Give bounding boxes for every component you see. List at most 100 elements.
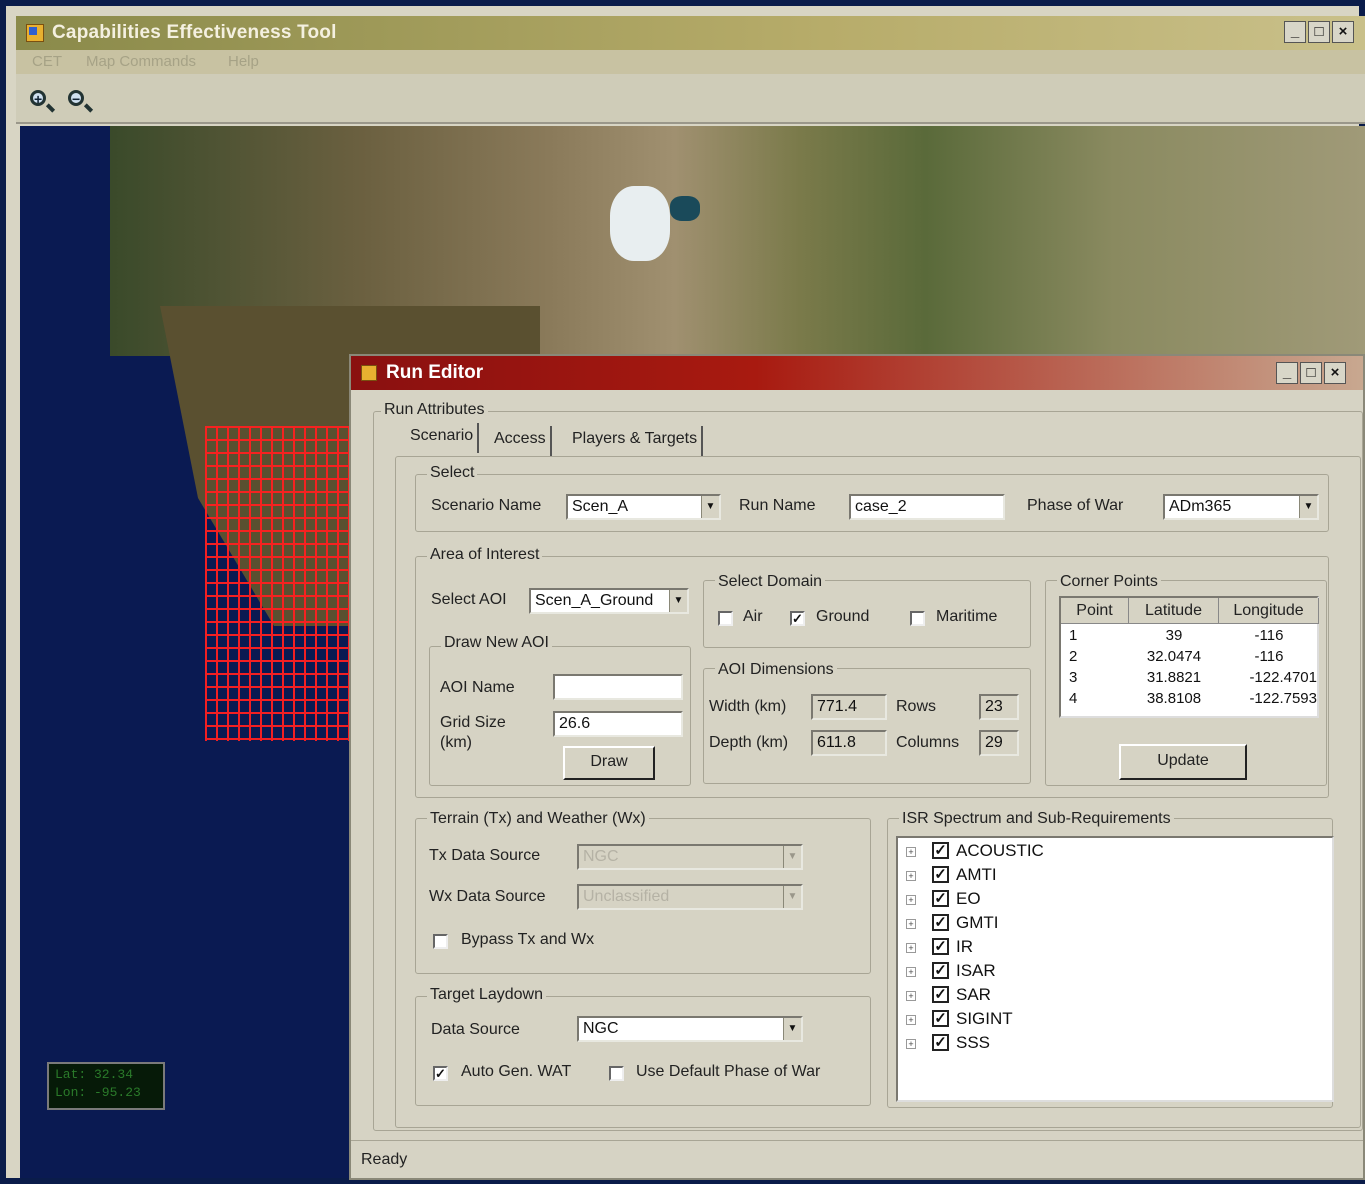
chevron-down-icon: ▼ xyxy=(701,496,719,518)
target-laydown-label: Target Laydown xyxy=(427,986,546,1004)
tree-node-label: EO xyxy=(956,889,981,908)
tx-data-source-label: Tx Data Source xyxy=(429,847,541,864)
expand-icon[interactable]: + xyxy=(906,871,916,881)
table-cell[interactable]: 2 xyxy=(1069,646,1077,667)
isr-tree[interactable]: + ✓ ACOUSTIC + ✓ AMTI + ✓ EO + ✓ GMTI + ✓ IR + ✓ ISA… xyxy=(896,836,1334,1102)
table-cell[interactable]: -116 xyxy=(1219,646,1319,667)
depth-label: Depth (km) xyxy=(709,734,789,751)
editor-maximize-button[interactable]: □ xyxy=(1300,362,1322,384)
grid-size-input[interactable]: 26.6 xyxy=(553,711,683,737)
auto-gen-wat-label: Auto Gen. WAT xyxy=(461,1063,572,1080)
run-editor-icon xyxy=(361,365,377,381)
aoi-name-input[interactable] xyxy=(553,674,683,700)
expand-icon[interactable]: + xyxy=(906,1039,916,1049)
checkbox-icon[interactable]: ✓ xyxy=(932,866,949,883)
lon-readout: Lon: -95.23 xyxy=(55,1085,141,1100)
checkbox-icon[interactable]: ✓ xyxy=(932,986,949,1003)
table-cell[interactable]: 31.8821 xyxy=(1129,667,1219,688)
checkbox-icon[interactable]: ✓ xyxy=(932,914,949,931)
isr-group-label: ISR Spectrum and Sub-Requirements xyxy=(899,810,1174,828)
editor-close-button[interactable]: × xyxy=(1324,362,1346,384)
status-text: Ready xyxy=(361,1151,408,1168)
bypass-label: Bypass Tx and Wx xyxy=(461,931,595,948)
table-cell[interactable]: 38.8108 xyxy=(1129,688,1219,709)
expand-icon[interactable]: + xyxy=(906,919,916,929)
close-button[interactable]: × xyxy=(1332,21,1354,43)
expand-icon[interactable]: + xyxy=(906,895,916,905)
run-attributes-label: Run Attributes xyxy=(381,401,488,419)
select-aoi-select[interactable]: Scen_A_Ground ▼ xyxy=(529,588,689,614)
auto-gen-wat-checkbox[interactable]: ✓ xyxy=(433,1066,448,1081)
expand-icon[interactable]: + xyxy=(906,967,916,977)
zoom-in-button[interactable]: + xyxy=(28,88,54,114)
update-button[interactable]: Update xyxy=(1119,744,1247,780)
table-cell[interactable]: 32.0474 xyxy=(1129,646,1219,667)
table-cell[interactable]: -122.7593 xyxy=(1219,688,1319,709)
domain-ground-checkbox[interactable]: ✓ xyxy=(790,611,805,626)
default-phase-checkbox[interactable] xyxy=(609,1066,624,1081)
checkbox-icon[interactable]: ✓ xyxy=(932,938,949,955)
table-cell[interactable]: -122.4701 xyxy=(1219,667,1319,688)
tree-node-label: AMTI xyxy=(956,865,997,884)
run-editor-title-bar: Run Editor _ □ × xyxy=(351,356,1363,390)
map-salt-flat xyxy=(610,186,670,261)
draw-button[interactable]: Draw xyxy=(563,746,655,780)
checkbox-icon[interactable]: ✓ xyxy=(932,890,949,907)
checkbox-icon[interactable]: ✓ xyxy=(932,1010,949,1027)
corner-points-table[interactable]: Point Latitude Longitude 1 39 -116 2 32.… xyxy=(1059,596,1319,718)
tree-node-label: SAR xyxy=(956,985,991,1004)
table-cell[interactable]: 3 xyxy=(1069,667,1077,688)
scenario-name-select[interactable]: Scen_A ▼ xyxy=(566,494,721,520)
expand-icon[interactable]: + xyxy=(906,1015,916,1025)
zoom-in-icon: + xyxy=(30,90,46,106)
expand-icon[interactable]: + xyxy=(906,943,916,953)
menu-help[interactable]: Help xyxy=(228,53,259,70)
menu-cet[interactable]: CET xyxy=(32,53,62,70)
chevron-down-icon: ▼ xyxy=(669,590,687,612)
tx-data-source-select[interactable]: NGC ▼ xyxy=(577,844,803,870)
table-cell[interactable]: 1 xyxy=(1069,625,1077,646)
tree-node-label: IR xyxy=(956,937,973,956)
phase-of-war-select[interactable]: ADm365 ▼ xyxy=(1163,494,1319,520)
checkbox-icon[interactable]: ✓ xyxy=(932,962,949,979)
zoom-out-button[interactable]: − xyxy=(66,88,92,114)
toolbar: + − xyxy=(16,74,1365,124)
table-cell[interactable]: -116 xyxy=(1219,625,1319,646)
chevron-down-icon: ▼ xyxy=(783,846,801,868)
minimize-button[interactable]: _ xyxy=(1284,21,1306,43)
table-cell[interactable]: 4 xyxy=(1069,688,1077,709)
zoom-out-icon: − xyxy=(68,90,84,106)
run-name-label: Run Name xyxy=(739,497,816,514)
bypass-checkbox[interactable] xyxy=(433,934,448,949)
terrain-weather-label: Terrain (Tx) and Weather (Wx) xyxy=(427,810,649,828)
data-source-select[interactable]: NGC ▼ xyxy=(577,1016,803,1042)
wx-data-source-label: Wx Data Source xyxy=(429,888,546,905)
checkbox-icon[interactable]: ✓ xyxy=(932,1034,949,1051)
wx-data-source-select[interactable]: Unclassified ▼ xyxy=(577,884,803,910)
tab-scenario[interactable]: Scenario xyxy=(406,423,480,453)
run-editor-title: Run Editor xyxy=(386,362,484,383)
maximize-button[interactable]: □ xyxy=(1308,21,1330,43)
col-header-longitude[interactable]: Longitude xyxy=(1219,598,1319,624)
run-name-input[interactable]: case_2 xyxy=(849,494,1005,520)
target-laydown-group xyxy=(415,996,871,1106)
lat-readout: Lat: 32.34 xyxy=(55,1067,134,1082)
col-header-point[interactable]: Point xyxy=(1061,598,1129,624)
editor-minimize-button[interactable]: _ xyxy=(1276,362,1298,384)
app-window-buttons: _ □ × xyxy=(1284,21,1354,43)
domain-air-checkbox[interactable] xyxy=(718,611,733,626)
data-source-label: Data Source xyxy=(431,1021,520,1038)
menu-map-commands[interactable]: Map Commands xyxy=(86,53,196,70)
col-header-latitude[interactable]: Latitude xyxy=(1129,598,1219,624)
table-cell[interactable]: 39 xyxy=(1129,625,1219,646)
rows-value: 23 xyxy=(979,694,1019,720)
tab-access[interactable]: Access xyxy=(490,426,552,456)
expand-icon[interactable]: + xyxy=(906,847,916,857)
expand-icon[interactable]: + xyxy=(906,991,916,1001)
aoi-dimensions-group xyxy=(703,668,1031,784)
domain-maritime-checkbox[interactable] xyxy=(910,611,925,626)
coordinate-readout: Lat: 32.34 Lon: -95.23 xyxy=(47,1062,165,1110)
domain-air-label: Air xyxy=(743,608,763,625)
tab-players-targets[interactable]: Players & Targets xyxy=(568,426,704,456)
checkbox-icon[interactable]: ✓ xyxy=(932,842,949,859)
